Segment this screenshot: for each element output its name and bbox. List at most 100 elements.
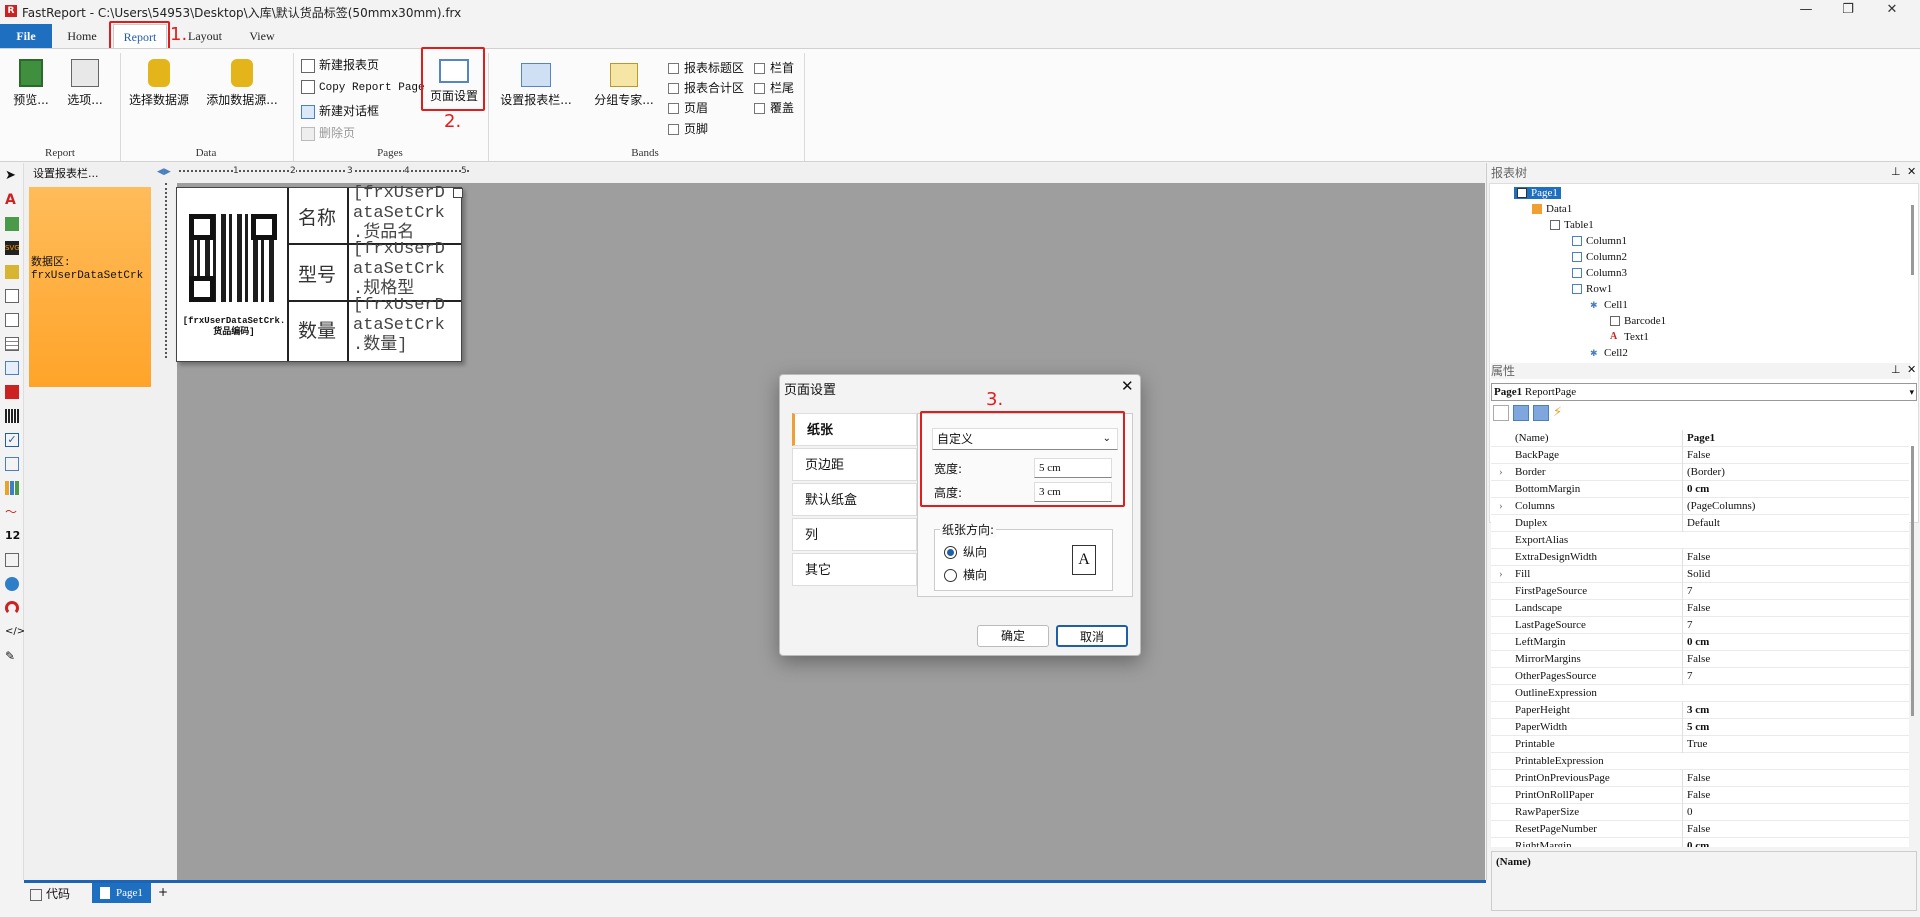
- expand-icon[interactable]: ›: [1499, 464, 1503, 481]
- band-panel-header[interactable]: 设置报表栏...: [24, 165, 157, 183]
- eyedropper-icon[interactable]: ✎: [5, 649, 19, 663]
- gauge-object-icon[interactable]: [5, 601, 19, 615]
- container-icon[interactable]: [5, 313, 19, 327]
- preview-button[interactable]: 预览...: [8, 59, 54, 108]
- row-field[interactable]: [frxUserD ataSetCrk .规格型: [353, 240, 461, 297]
- chart-object-icon[interactable]: [5, 481, 19, 495]
- property-value[interactable]: False: [1682, 447, 1902, 464]
- tree-item-table1[interactable]: Table1: [1550, 219, 1594, 231]
- report-page[interactable]: [frxUserDataSetCrk. 货品编码] 名称 型号 数量 [frxU…: [176, 184, 463, 362]
- close-window-icon[interactable]: ✕: [1872, 2, 1912, 22]
- tab-file[interactable]: File: [0, 24, 52, 48]
- property-row[interactable]: ExportAlias: [1491, 532, 1909, 549]
- svg-object-icon[interactable]: SVG: [5, 241, 20, 255]
- tree-item-column3[interactable]: Column3: [1572, 267, 1627, 279]
- delete-page-button[interactable]: 删除页: [301, 124, 355, 142]
- pointer-icon[interactable]: ➤: [5, 169, 19, 183]
- property-row[interactable]: LastPageSource 7: [1491, 617, 1909, 634]
- restore-icon[interactable]: ❐: [1828, 2, 1868, 22]
- property-row[interactable]: › Fill Solid: [1491, 566, 1909, 583]
- overlay-checkbox[interactable]: 覆盖: [754, 99, 794, 117]
- sparkline-icon[interactable]: 〜: [5, 505, 19, 519]
- tree-item-cell2[interactable]: ✱ Cell2: [1590, 347, 1628, 359]
- portrait-radio[interactable]: 纵向: [944, 543, 987, 560]
- group-expert-button[interactable]: 分组专家...: [588, 59, 660, 108]
- tree-item-text1[interactable]: A Text1: [1610, 331, 1649, 343]
- expand-icon[interactable]: ›: [1499, 498, 1503, 515]
- digital-text-icon[interactable]: 12: [5, 529, 20, 543]
- property-value[interactable]: 7: [1682, 617, 1902, 634]
- property-value[interactable]: 7: [1682, 668, 1902, 685]
- tab-view[interactable]: View: [242, 24, 282, 48]
- row-label[interactable]: 型号: [298, 260, 336, 287]
- tree-item-column1[interactable]: Column1: [1572, 235, 1627, 247]
- property-row[interactable]: RightMargin 0 cm: [1491, 838, 1909, 847]
- add-page-tab[interactable]: +: [158, 885, 168, 899]
- nav-paper[interactable]: 纸张: [792, 413, 917, 446]
- property-row[interactable]: PaperWidth 5 cm: [1491, 719, 1909, 736]
- rich-text-icon[interactable]: [5, 457, 19, 471]
- checkbox-icon[interactable]: [668, 63, 679, 74]
- zip-code-icon[interactable]: [5, 553, 19, 567]
- nav-margins[interactable]: 页边距: [792, 448, 917, 481]
- tree-item-row1[interactable]: Row1: [1572, 283, 1612, 295]
- nav-columns[interactable]: 列: [792, 518, 917, 551]
- tree-item-page1[interactable]: Page1: [1514, 187, 1561, 199]
- property-row[interactable]: (Name) Page1: [1491, 430, 1909, 447]
- property-value[interactable]: False: [1682, 549, 1902, 566]
- row-field[interactable]: [frxUserD ataSetCrk .货品名: [353, 184, 461, 241]
- map-object-icon[interactable]: [5, 577, 19, 591]
- close-dialog-icon[interactable]: ✕: [1121, 377, 1134, 395]
- property-value[interactable]: False: [1682, 600, 1902, 617]
- barcode-object-icon[interactable]: [5, 409, 19, 423]
- property-value[interactable]: False: [1682, 770, 1902, 787]
- qr-caption[interactable]: [frxUserDataSetCrk. 货品编码]: [179, 316, 289, 338]
- property-row[interactable]: Printable True: [1491, 736, 1909, 753]
- add-datasource-button[interactable]: 添加数据源...: [200, 59, 284, 108]
- properties-icon[interactable]: [1533, 405, 1549, 421]
- text-object-icon[interactable]: A: [5, 193, 19, 207]
- property-row[interactable]: Landscape False: [1491, 600, 1909, 617]
- property-row[interactable]: MirrorMargins False: [1491, 651, 1909, 668]
- row-label[interactable]: 名称: [298, 203, 336, 230]
- tab-layout[interactable]: Layout: [180, 24, 230, 48]
- checkbox-icon[interactable]: [754, 103, 765, 114]
- page-footer-checkbox[interactable]: 页脚: [668, 120, 708, 138]
- property-value[interactable]: True: [1682, 736, 1902, 753]
- tree-item-barcode1[interactable]: Barcode1: [1610, 315, 1666, 327]
- data-band[interactable]: 数据区: frxUserDataSetCrk: [29, 187, 151, 387]
- property-row[interactable]: PrintOnRollPaper False: [1491, 787, 1909, 804]
- property-value[interactable]: 3 cm: [1682, 702, 1902, 719]
- object-selector[interactable]: Page1 ReportPage ▾: [1491, 383, 1917, 401]
- radio-icon[interactable]: [944, 546, 957, 559]
- property-value[interactable]: (Border): [1682, 464, 1902, 481]
- tab-page1[interactable]: Page1: [92, 883, 151, 903]
- ruler-scroll-icon[interactable]: ◀▶: [157, 167, 171, 177]
- row-field[interactable]: [frxUserD ataSetCrk .数量]: [353, 296, 461, 359]
- property-row[interactable]: LeftMargin 0 cm: [1491, 634, 1909, 651]
- cancel-button[interactable]: 取消: [1056, 625, 1128, 647]
- property-value[interactable]: Page1: [1682, 430, 1902, 447]
- property-row[interactable]: ResetPageNumber False: [1491, 821, 1909, 838]
- property-row[interactable]: PrintableExpression: [1491, 753, 1909, 770]
- tree-scrollbar[interactable]: [1911, 205, 1914, 275]
- property-value[interactable]: Default: [1682, 515, 1902, 532]
- checkbox-icon[interactable]: [754, 83, 765, 94]
- property-row[interactable]: PrintOnPreviousPage False: [1491, 770, 1909, 787]
- property-row[interactable]: Duplex Default: [1491, 515, 1909, 532]
- property-row[interactable]: › Border (Border): [1491, 464, 1909, 481]
- events-icon[interactable]: ⚡: [1553, 405, 1569, 421]
- report-summary-checkbox[interactable]: 报表合计区: [668, 79, 744, 97]
- new-dialog-button[interactable]: 新建对话框: [301, 102, 379, 120]
- tab-home[interactable]: Home: [62, 24, 102, 48]
- property-row[interactable]: ExtraDesignWidth False: [1491, 549, 1909, 566]
- property-row[interactable]: OtherPagesSource 7: [1491, 668, 1909, 685]
- property-row[interactable]: FirstPageSource 7: [1491, 583, 1909, 600]
- tree-item-cell1[interactable]: ✱ Cell1: [1590, 299, 1628, 311]
- pin-icon[interactable]: ⊥: [1891, 165, 1901, 178]
- property-row[interactable]: › Columns (PageColumns): [1491, 498, 1909, 515]
- property-value[interactable]: 7: [1682, 583, 1902, 600]
- minimize-icon[interactable]: —: [1786, 2, 1826, 22]
- expand-icon[interactable]: ›: [1499, 566, 1503, 583]
- row-label[interactable]: 数量: [298, 316, 336, 343]
